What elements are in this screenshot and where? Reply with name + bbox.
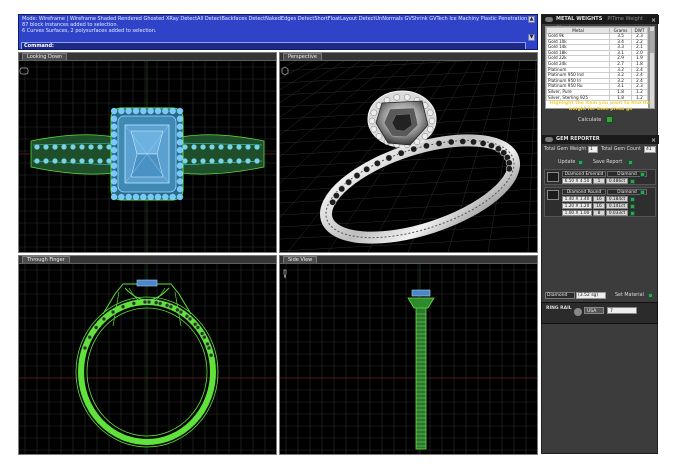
viewport-front-title[interactable]: Through Finger (22, 256, 70, 263)
metal-weights-title: METAL WEIGHTS (556, 16, 603, 22)
gem-size: 1.00 X 1.00 (562, 210, 592, 216)
metal-weights-table[interactable]: Metal Grams DWT Gold 9k 3.5 2.3 Gold 10k 3.4 2.… (545, 26, 649, 109)
gem-size: 1.20 X 1.20 (562, 203, 592, 209)
viewport-perspective-title[interactable]: Perspective (283, 53, 322, 60)
gem-carat: 0.033ct (606, 210, 628, 216)
metal-weights-row[interactable]: Silver, Sterling 925 1.8 1.2 (546, 94, 648, 102)
gem-group-emerald[interactable]: Diamond Emerald Diamond 6.50 X 4.50 1 0.… (544, 169, 656, 185)
gem-size: 6.50 X 4.50 (562, 178, 592, 184)
set-material-button[interactable] (648, 293, 653, 298)
perspective-render (280, 61, 537, 252)
gem-select-checkbox[interactable] (630, 204, 635, 209)
gem-material-select[interactable]: Diamond (545, 292, 575, 299)
metal-weights-scrollbar[interactable] (649, 26, 655, 109)
side-view-drawing (280, 264, 537, 454)
pin-icon (283, 269, 287, 279)
viewport-front[interactable]: Through Finger (18, 255, 277, 455)
halo-top (110, 107, 184, 201)
navigation-cube-icon[interactable] (280, 66, 290, 76)
close-icon[interactable]: × (651, 16, 656, 25)
gem-group-checkbox[interactable] (640, 172, 645, 177)
command-prompt-input[interactable]: Command: (21, 42, 526, 49)
update-label: Update (558, 160, 576, 165)
viewport-perspective-titlebar[interactable]: Perspective (280, 53, 537, 61)
gem-reporter-title: GEM REPORTER (556, 136, 600, 142)
total-gem-count-field[interactable]: 41 (644, 146, 656, 153)
command-history-line: 6 Curves Surfaces, 2 polysurfaces added … (22, 28, 157, 34)
gumball-icon (19, 67, 29, 75)
viewport-front-titlebar[interactable]: Through Finger (19, 256, 276, 264)
metal-weights-cell: Silver, Sterling 925 (546, 94, 611, 102)
plugin-panel: METAL WEIGHTSPlTime Weight Checker × Met… (541, 14, 659, 454)
calculate-row: Calculate (578, 116, 613, 123)
metal-weights-hint: Highlight the item you want to find the … (549, 101, 652, 112)
ring-rail-dock: RING RAIL USA 7 (541, 302, 658, 324)
viewport-right-titlebar[interactable]: Side View (280, 256, 537, 264)
command-history: Mode: Wireframe | Wireframe Shaded Rende… (18, 14, 538, 50)
viewport-top-title[interactable]: Looking Down (22, 53, 68, 60)
viewport-perspective[interactable]: Perspective (279, 52, 538, 253)
update-button[interactable] (578, 160, 583, 165)
gear-icon[interactable] (574, 308, 582, 316)
gem-size: 1.40 X 1.40 (562, 196, 592, 202)
halo-head-perspective (367, 90, 437, 148)
viewport-right[interactable]: Side View (279, 255, 538, 455)
panel-toggle-icon[interactable] (545, 137, 553, 142)
calculate-button[interactable] (605, 116, 613, 123)
gem-qty: 8 (593, 210, 605, 216)
metal-weights-cell: 1.8 (609, 94, 632, 102)
total-gem-count-label: Total Gem Count (601, 147, 641, 152)
gem-select-checkbox[interactable] (630, 211, 635, 216)
metal-weights-header[interactable]: METAL WEIGHTSPlTime Weight Checker × (542, 15, 659, 31)
total-gem-weight-field[interactable]: 1 (588, 146, 598, 153)
panel-toggle-icon[interactable] (545, 17, 553, 22)
scrollbar-thumb[interactable] (650, 31, 654, 53)
viewport-right-title[interactable]: Side View (283, 256, 318, 263)
gem-qty: 16 (593, 203, 605, 209)
gem-select-checkbox[interactable] (630, 179, 635, 184)
gem-select-checkbox[interactable] (630, 197, 635, 202)
save-report-label: Save Report (593, 160, 623, 165)
round-gem-icon (547, 190, 559, 200)
gem-qty: 16 (593, 196, 605, 202)
gem-shape: Diamond Round (562, 189, 606, 195)
gem-group-checkbox[interactable] (640, 190, 645, 195)
ring-size-standard-select[interactable]: USA (584, 307, 604, 314)
calculate-label: Calculate (578, 117, 602, 123)
set-material-label: Set Material (615, 293, 644, 298)
total-gem-weight-label: Total Gem Weight (544, 147, 587, 152)
gem-list-empty-area (544, 219, 656, 291)
gem-qty: 1 (593, 178, 605, 184)
ring-rail-label: RING RAIL (546, 306, 572, 311)
gem-shape: Diamond Emerald (562, 171, 606, 177)
gem-carat: 0.184ct (606, 196, 628, 202)
front-view-drawing (19, 264, 276, 454)
close-icon[interactable]: × (651, 136, 656, 145)
scroll-up-icon[interactable]: ▲ (528, 16, 535, 23)
scroll-down-icon[interactable]: ▼ (528, 34, 535, 41)
gem-carat: 0.486ct (606, 178, 628, 184)
gem-reporter-header[interactable]: GEM REPORTER × (542, 135, 659, 144)
ring-size-select[interactable]: 7 (607, 307, 637, 314)
viewport-top[interactable]: Looking Down (18, 52, 277, 253)
emerald-gem-icon (547, 172, 559, 182)
viewport-top-titlebar[interactable]: Looking Down (19, 53, 276, 61)
center-stone-front (136, 279, 158, 287)
gem-group-round[interactable]: Diamond Round Diamond 1.40 X 1.40 16 0.1… (544, 187, 656, 217)
gem-carat: 0.141ct (606, 203, 628, 209)
top-view-drawing (19, 61, 276, 252)
gem-material-sg[interactable]: (3.52 sg) (576, 292, 606, 299)
metal-weights-cell: 1.2 (630, 94, 648, 102)
save-report-button[interactable] (628, 160, 633, 165)
